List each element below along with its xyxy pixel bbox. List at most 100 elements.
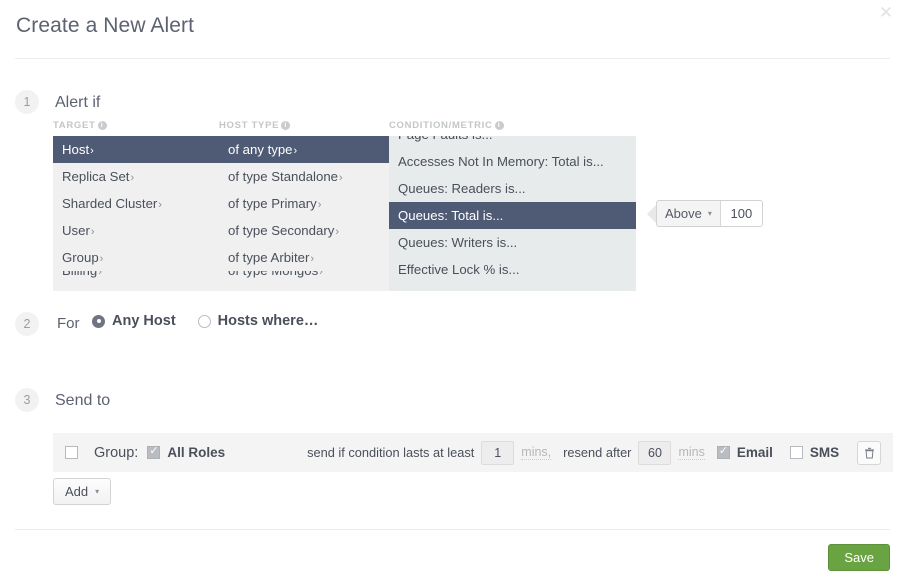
- chevron-right-icon: ›: [130, 172, 135, 184]
- info-icon[interactable]: i: [97, 121, 107, 130]
- option-label: of type Primary: [228, 196, 317, 211]
- close-icon[interactable]: ✕: [875, 2, 897, 24]
- condition-lasts-label: send if condition lasts at least: [307, 445, 475, 460]
- host-type-option-any[interactable]: of any type›: [219, 136, 389, 163]
- target-option-replica-set[interactable]: Replica Set›: [53, 163, 219, 190]
- option-label: Sharded Cluster: [62, 196, 158, 211]
- condition-metric-option-list[interactable]: Page Faults is... Accesses Not In Memory…: [389, 136, 636, 291]
- add-recipient-button[interactable]: Add ▾: [53, 478, 112, 505]
- target-option-list[interactable]: Host› Replica Set› Sharded Cluster› User…: [53, 136, 219, 291]
- target-column: TARGET i Host› Replica Set› Sharded Clust…: [53, 120, 219, 291]
- all-roles-label: All Roles: [167, 445, 226, 460]
- operator-dropdown[interactable]: Above ▾: [657, 201, 721, 226]
- chevron-right-icon: ›: [310, 253, 315, 265]
- create-alert-dialog: ✕ Create a New Alert 1 Alert if TARGET i …: [0, 0, 905, 582]
- radio-hosts-where[interactable]: [197, 314, 211, 328]
- option-label: of type Arbiter: [228, 250, 310, 265]
- page-title: Create a New Alert: [16, 14, 195, 37]
- option-label: Accesses Not In Memory: Total is...: [398, 154, 604, 169]
- divider-bottom: [15, 529, 890, 530]
- chevron-right-icon: ›: [90, 145, 94, 157]
- condition-option-effective-lock[interactable]: Effective Lock % is...: [389, 256, 636, 283]
- chevron-right-icon: ›: [338, 172, 343, 184]
- condition-metric-column-header: CONDITION/METRIC i: [389, 120, 636, 136]
- option-label: of type Standalone: [228, 169, 338, 184]
- step-2-title: For: [57, 315, 80, 332]
- option-label: Page Faults is...: [398, 136, 493, 142]
- host-type-option-arbiter[interactable]: of type Arbiter›: [219, 244, 389, 271]
- target-header-label: TARGET: [53, 120, 96, 131]
- radio-any-host-label[interactable]: Any Host: [112, 313, 176, 329]
- host-type-option-list[interactable]: of any type› of type Standalone› of type…: [219, 136, 389, 291]
- option-label: Queues: Writers is...: [398, 235, 518, 250]
- lasts-minutes-unit: mins,: [521, 445, 552, 460]
- target-option-user[interactable]: User›: [53, 217, 219, 244]
- trash-glyph: [864, 447, 874, 458]
- sms-label: SMS: [809, 445, 840, 460]
- option-label: of type Secondary: [228, 223, 335, 238]
- option-label: Group: [62, 250, 99, 265]
- step-2-number: 2: [15, 312, 39, 336]
- condition-option-queues-readers[interactable]: Queues: Readers is...: [389, 175, 636, 202]
- email-checkbox[interactable]: [716, 445, 730, 459]
- info-icon[interactable]: i: [494, 121, 504, 130]
- add-button-label: Add: [65, 484, 89, 499]
- step-3-number: 3: [15, 388, 39, 412]
- resend-minutes-input[interactable]: 60: [638, 440, 672, 465]
- step-3-title: Send to: [55, 392, 111, 409]
- sms-checkbox[interactable]: [789, 446, 803, 459]
- target-option-sharded-cluster[interactable]: Sharded Cluster›: [53, 190, 219, 217]
- notification-row: Group: All Roles send if condition lasts…: [53, 433, 893, 472]
- chevron-down-icon: ▾: [707, 209, 712, 218]
- radio-hosts-where-label[interactable]: Hosts where…: [218, 313, 319, 329]
- condition-option-queues-writers[interactable]: Queues: Writers is...: [389, 229, 636, 256]
- chevron-down-icon: ▾: [95, 487, 100, 496]
- option-label: User: [62, 223, 90, 238]
- operator-value: Above: [665, 206, 702, 221]
- host-type-column: HOST TYPE i of any type› of type Standalo…: [219, 120, 389, 291]
- trash-icon[interactable]: [857, 440, 881, 465]
- option-label: Billing: [62, 271, 97, 278]
- option-label: of any type: [228, 142, 293, 157]
- chevron-right-icon: ›: [317, 199, 322, 211]
- host-type-option-primary[interactable]: of type Primary›: [219, 190, 389, 217]
- host-type-option-mongos[interactable]: of type Mongos›: [219, 271, 389, 283]
- condition-option-queues-total[interactable]: Queues: Total is...: [389, 202, 636, 229]
- chevron-right-icon: ›: [99, 253, 104, 265]
- condition-option-accesses-not-in-memory[interactable]: Accesses Not In Memory: Total is...: [389, 148, 636, 175]
- caret-left-icon: [647, 201, 656, 227]
- option-label: Queues: Readers is...: [398, 181, 526, 196]
- chevron-right-icon: ›: [293, 145, 298, 157]
- notification-row-checkbox[interactable]: [65, 446, 78, 459]
- condition-metric-column: CONDITION/METRICi Page Faults is... Acce…: [389, 120, 636, 291]
- email-label: Email: [736, 445, 773, 460]
- target-column-header: TARGET i: [53, 120, 219, 136]
- chevron-right-icon: ›: [98, 271, 102, 278]
- save-button[interactable]: Save: [828, 544, 890, 571]
- option-label: of type Mongos: [228, 271, 318, 278]
- host-scope-radio-group: Any Host Hosts where…: [92, 313, 340, 329]
- host-type-option-secondary[interactable]: of type Secondary›: [219, 217, 389, 244]
- threshold-box: Above ▾ 100: [656, 200, 763, 227]
- host-type-option-standalone[interactable]: of type Standalone›: [219, 163, 389, 190]
- info-icon[interactable]: i: [281, 121, 291, 130]
- group-label: Group:: [94, 444, 139, 461]
- threshold-input[interactable]: 100: [720, 201, 762, 226]
- step-1-number: 1: [15, 90, 39, 114]
- host-type-header-label: HOST TYPE: [219, 120, 280, 131]
- host-type-column-header: HOST TYPE i: [219, 120, 389, 136]
- resend-after-label: resend after: [563, 445, 632, 460]
- threshold-control: Above ▾ 100: [647, 200, 763, 227]
- target-option-billing[interactable]: Billing›: [53, 271, 219, 283]
- chevron-right-icon: ›: [335, 226, 339, 238]
- divider-top: [15, 58, 890, 59]
- all-roles-checkbox[interactable]: [147, 445, 161, 459]
- target-option-group[interactable]: Group›: [53, 244, 219, 271]
- target-option-host[interactable]: Host›: [53, 136, 219, 163]
- option-label: Queues: Total is...: [398, 208, 504, 223]
- lasts-minutes-input[interactable]: 1: [481, 440, 515, 465]
- radio-any-host[interactable]: [92, 314, 105, 328]
- chevron-right-icon: ›: [158, 199, 162, 211]
- chevron-right-icon: ›: [319, 271, 323, 278]
- condition-option-page-faults[interactable]: Page Faults is...: [389, 136, 636, 148]
